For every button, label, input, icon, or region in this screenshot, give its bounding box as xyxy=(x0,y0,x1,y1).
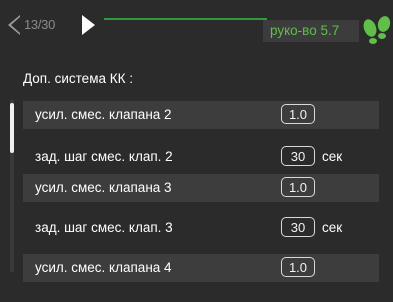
setting-label: усил. смес. клапана 2 xyxy=(35,107,172,122)
header-divider xyxy=(104,18,267,20)
chevron-right-icon[interactable] xyxy=(82,15,95,35)
value-field[interactable]: 1.0 xyxy=(281,257,315,277)
setting-row-mixing-valve-gain-4[interactable]: усил. смес. клапана 4 1.0 xyxy=(23,254,379,282)
value-text: 1.0 xyxy=(288,107,308,122)
scrollbar-thumb[interactable] xyxy=(10,103,14,153)
setting-label: усил. смес. клапана 4 xyxy=(35,260,172,275)
value-text: 30 xyxy=(290,220,306,235)
setting-row-mixing-valve-gain-3[interactable]: усил. смес. клапана 3 1.0 xyxy=(23,174,379,202)
unit-label: сек xyxy=(322,220,343,235)
setting-row-mixing-valve-step-delay-2[interactable]: зад. шаг смес. клап. 2 30 сек xyxy=(23,143,379,171)
setting-label: зад. шаг смес. клап. 2 xyxy=(35,149,173,164)
setting-label: зад. шаг смес. клап. 3 xyxy=(35,220,173,235)
value-field[interactable]: 30 xyxy=(281,146,315,166)
value-field[interactable]: 1.0 xyxy=(281,177,315,197)
footprints-icon xyxy=(363,16,391,44)
setting-row-mixing-valve-gain-2[interactable]: усил. смес. клапана 2 1.0 xyxy=(23,101,379,129)
value-text: 30 xyxy=(290,149,306,164)
page-indicator: 13/30 xyxy=(24,17,56,32)
unit-label: сек xyxy=(322,149,343,164)
screen: 13/30 руко-во 5.7 Доп. система КК : усил… xyxy=(0,0,393,302)
menu-title: руко-во 5.7 xyxy=(270,23,340,38)
value-text: 1.0 xyxy=(288,260,308,275)
section-title: Доп. система КК : xyxy=(23,71,133,86)
value-field[interactable]: 30 xyxy=(281,217,315,237)
chevron-left-icon-inner xyxy=(11,17,20,33)
setting-row-mixing-valve-step-delay-3[interactable]: зад. шаг смес. клап. 3 30 сек xyxy=(23,214,379,242)
value-text: 1.0 xyxy=(288,180,308,195)
setting-label: усил. смес. клапана 3 xyxy=(35,180,172,195)
value-field[interactable]: 1.0 xyxy=(281,104,315,124)
